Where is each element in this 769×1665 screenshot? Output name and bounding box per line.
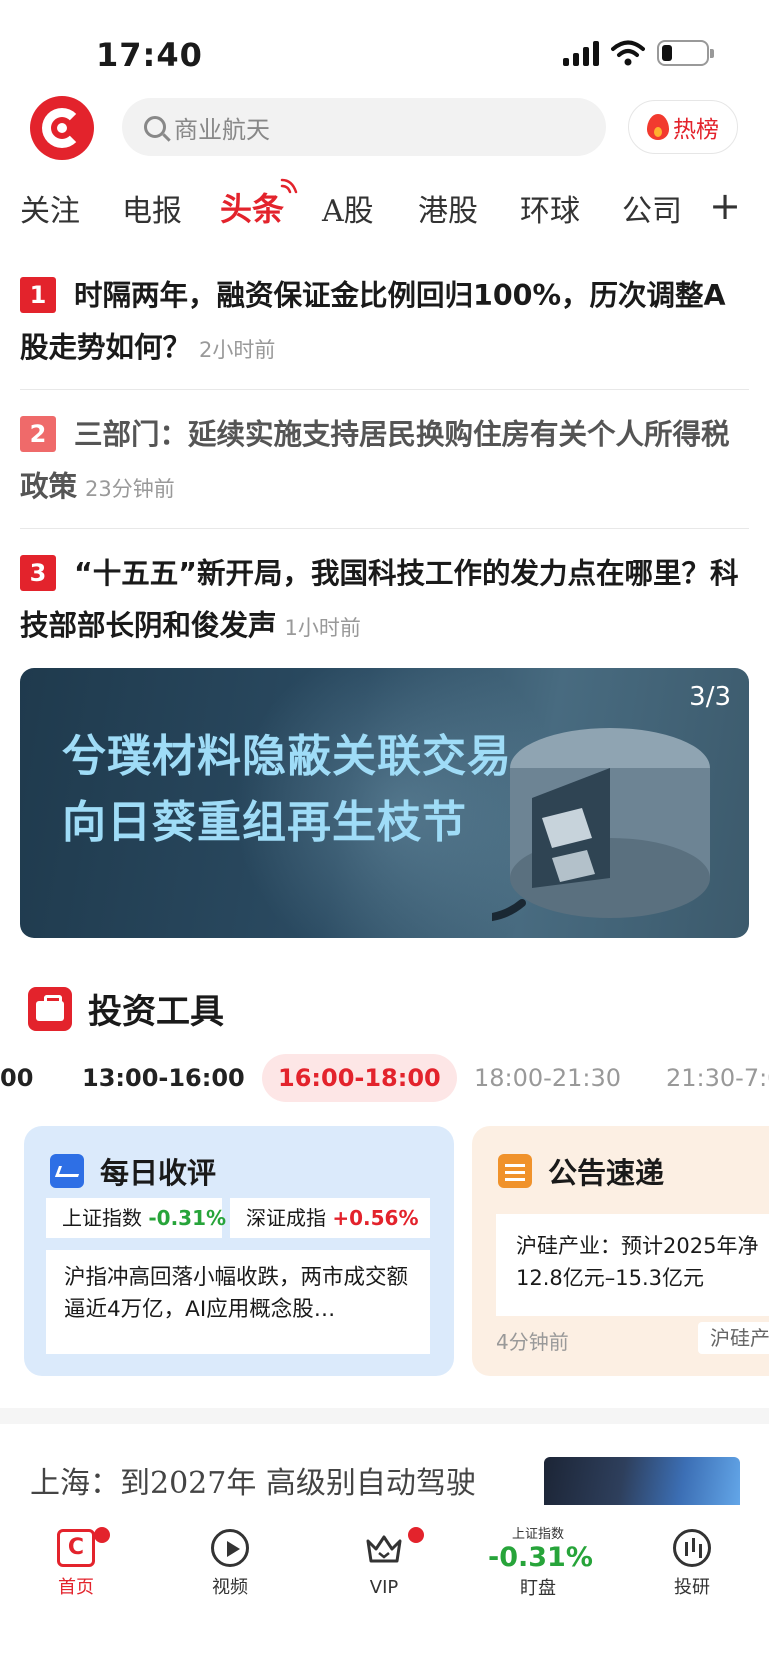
- announcement-line: 沪硅产业：预计2025年净: [516, 1234, 759, 1258]
- headline-title: 时隔两年，融资保证金比例回归100%，历次调整A股走势如何？: [20, 279, 726, 364]
- headline-time: 2小时前: [199, 338, 276, 362]
- headline-time: 1小时前: [284, 616, 361, 640]
- index-change: -0.31%: [148, 1206, 227, 1230]
- tab-label: 视频: [212, 1577, 248, 1598]
- divider: [20, 528, 749, 529]
- banner-headline-1: 兮璞材料隐蔽关联交易: [62, 731, 512, 782]
- app-header: 商业航天 热榜: [0, 96, 769, 160]
- tab-video[interactable]: 视频: [180, 1519, 280, 1599]
- rank-badge: 1: [20, 277, 56, 313]
- headline-item[interactable]: 1 时隔两年，融资保证金比例回归100%，历次调整A股走势如何？ 2小时前: [20, 270, 750, 376]
- headline-text: 3 “十五五”新开局，我国科技工作的发力点在哪里？科技部部长阴和俊发声 1小时前: [20, 555, 739, 642]
- headline-item[interactable]: 2 三部门：延续实施支持居民换购住房有关个人所得税政策 23分钟前: [20, 409, 750, 515]
- headline-item[interactable]: 3 “十五五”新开局，我国科技工作的发力点在哪里？科技部部长阴和俊发声 1小时前: [20, 548, 750, 654]
- stock-tag[interactable]: 沪硅产业: [698, 1322, 769, 1354]
- home-icon: [57, 1529, 95, 1567]
- headline-time: 23分钟前: [85, 477, 175, 501]
- announcement-card[interactable]: 公告速递 沪硅产业：预计2025年净 12.8亿元–15.3亿元 4分钟前 沪硅…: [472, 1126, 769, 1376]
- section-separator: [0, 1408, 769, 1424]
- status-bar: 17:40: [0, 0, 769, 96]
- timeslot[interactable]: 13:00-16:00: [82, 1054, 245, 1102]
- tab-global[interactable]: 环球: [520, 186, 580, 230]
- promo-banner[interactable]: 兮璞材料隐蔽关联交易 向日葵重组再生枝节 3/3: [20, 668, 749, 938]
- tools-section-header: 投资工具: [28, 984, 224, 1033]
- bar-chart-icon: [673, 1529, 711, 1567]
- status-time: 17:40: [96, 36, 203, 74]
- index-value: -0.31%: [488, 1542, 593, 1573]
- flame-icon: [647, 114, 669, 140]
- safe-illustration: [492, 728, 710, 922]
- bottom-tab-bar: 首页 视频 VIP 上证指数 -0.31% 盯盘 投研: [0, 1505, 769, 1665]
- add-tab-button[interactable]: +: [709, 184, 741, 228]
- status-icons: [563, 40, 714, 66]
- headline-title: “十五五”新开局，我国科技工作的发力点在哪里？科技部部长阴和俊发声: [20, 557, 739, 642]
- tab-label: 盯盘: [520, 1578, 556, 1599]
- card-title: 公告速递: [548, 1156, 665, 1190]
- hot-list-label: 热榜: [673, 117, 719, 143]
- article-title[interactable]: 上海：到2027年 高级别自动驾驶: [30, 1458, 476, 1502]
- search-icon: [144, 116, 166, 138]
- tab-watch[interactable]: 上证指数 -0.31% 盯盘: [488, 1519, 593, 1600]
- tab-research[interactable]: 投研: [642, 1519, 742, 1599]
- rank-badge: 3: [20, 555, 56, 591]
- tab-label: VIP: [369, 1577, 399, 1598]
- index-name: 上证指数: [62, 1206, 142, 1230]
- banner-page-counter: 3/3: [689, 682, 731, 712]
- index-sz: 深证成指 +0.56%: [230, 1198, 430, 1238]
- announcement-time: 4分钟前: [496, 1330, 569, 1354]
- announcement-line: 12.8亿元–15.3亿元: [516, 1266, 705, 1290]
- tab-hk-shares[interactable]: 港股: [418, 186, 478, 230]
- briefcase-icon: [28, 986, 72, 1031]
- tab-vip[interactable]: VIP: [334, 1519, 434, 1598]
- timeslot[interactable]: 18:00-21:30: [474, 1054, 621, 1102]
- card-title: 每日收评: [100, 1156, 217, 1190]
- index-caption: 上证指数: [511, 1527, 564, 1542]
- app-logo[interactable]: [30, 96, 94, 160]
- tab-home[interactable]: 首页: [26, 1519, 126, 1599]
- headline-text: 1 时隔两年，融资保证金比例回归100%，历次调整A股走势如何？ 2小时前: [20, 277, 726, 364]
- signal-icon: [563, 40, 599, 66]
- category-tabs: 关注 电报 头条 A股 港股 环球 公司 +: [0, 178, 769, 238]
- index-change: +0.56%: [332, 1206, 419, 1230]
- timeslot-selector: 00 13:00-16:00 16:00-18:00 18:00-21:30 2…: [0, 1054, 769, 1106]
- tab-company[interactable]: 公司: [622, 186, 686, 230]
- notification-dot: [408, 1527, 424, 1543]
- tab-headlines[interactable]: 头条: [220, 184, 284, 230]
- tab-a-shares[interactable]: A股: [322, 186, 374, 230]
- headline-text: 2 三部门：延续实施支持居民换购住房有关个人所得税政策 23分钟前: [20, 416, 730, 503]
- chart-message-icon: [50, 1154, 84, 1188]
- timeslot-active[interactable]: 16:00-18:00: [262, 1054, 457, 1102]
- battery-icon: [657, 40, 714, 66]
- timeslot[interactable]: 21:30-7:0: [666, 1054, 769, 1102]
- play-icon: [211, 1529, 249, 1567]
- card-header: 每日收评: [50, 1150, 216, 1192]
- announcement-body: 沪硅产业：预计2025年净 12.8亿元–15.3亿元: [496, 1214, 769, 1316]
- tools-title: 投资工具: [88, 992, 224, 1032]
- index-sh: 上证指数 -0.31%: [46, 1198, 226, 1238]
- timeslot[interactable]: 00: [0, 1054, 33, 1102]
- index-name: 深证成指: [246, 1206, 326, 1230]
- notice-icon: [498, 1154, 532, 1188]
- wifi-icon: [611, 40, 645, 66]
- card-header: 公告速递: [498, 1150, 664, 1192]
- hot-list-button[interactable]: 热榜: [628, 100, 738, 154]
- daily-review-card[interactable]: 每日收评 上证指数 -0.31% 深证成指 +0.56% 沪指冲高回落小幅收跌，…: [24, 1126, 454, 1376]
- crown-icon: [366, 1535, 402, 1563]
- search-bar[interactable]: 商业航天: [122, 98, 606, 156]
- tab-follow[interactable]: 关注: [20, 186, 80, 230]
- broadcast-icon: [280, 178, 298, 194]
- search-placeholder: 商业航天: [174, 115, 270, 144]
- tab-telegraph[interactable]: 电报: [122, 186, 182, 230]
- review-summary: 沪指冲高回落小幅收跌，两市成交额逼近4万亿，AI应用概念股…: [46, 1250, 430, 1354]
- tab-label: 投研: [674, 1577, 710, 1598]
- divider: [20, 389, 749, 390]
- article-thumbnail[interactable]: [544, 1457, 740, 1505]
- notification-dot: [94, 1527, 110, 1543]
- tab-label: 首页: [58, 1577, 94, 1598]
- banner-headline-2: 向日葵重组再生枝节: [62, 797, 467, 848]
- rank-badge: 2: [20, 416, 56, 452]
